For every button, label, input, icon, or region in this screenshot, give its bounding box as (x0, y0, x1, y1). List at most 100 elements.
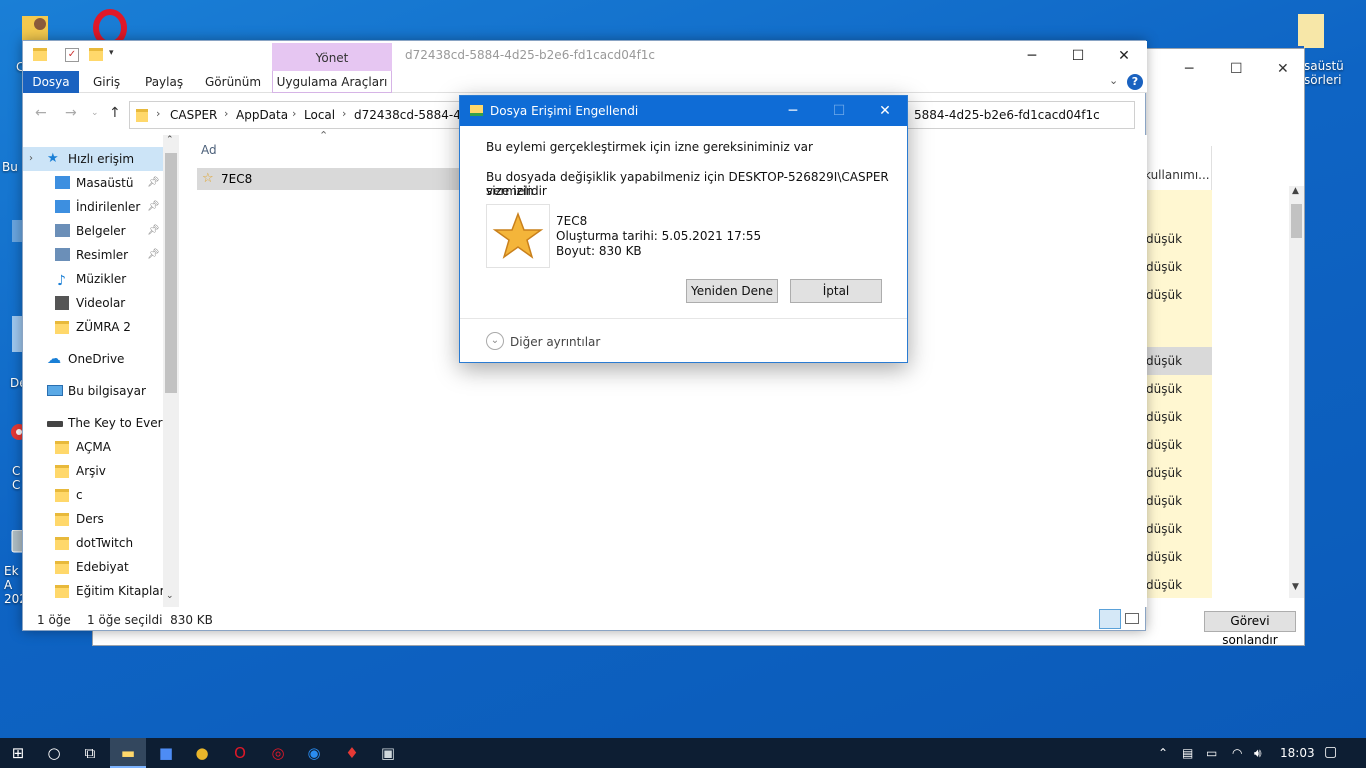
sidebar-item-folder[interactable]: Eğitim Kitapları (23, 579, 163, 603)
file-thumbnail (486, 204, 550, 268)
maximize-icon[interactable]: ☐ (1230, 61, 1243, 77)
chevron-right-icon[interactable]: › (224, 107, 228, 120)
chrome-icon[interactable]: ● (184, 738, 220, 768)
sidebar-item-pinned[interactable]: Resimler 📌︎ (23, 243, 163, 267)
sidebar-item-pinned[interactable]: Belgeler 📌︎ (23, 219, 163, 243)
permission-detail-line2: vermelidir (486, 184, 547, 198)
minimize-icon[interactable]: ─ (1009, 41, 1055, 71)
sidebar-item-onedrive[interactable]: ☁ OneDrive (23, 347, 163, 371)
breadcrumb-current-folder-tail[interactable]: 5884-4d25-b2e6-fd1cacd04f1c (914, 108, 1100, 122)
teamviewer-icon[interactable]: ◉ (296, 738, 332, 768)
more-details-link[interactable]: Diğer ayrıntılar (510, 335, 600, 349)
close-icon[interactable]: ✕ (1277, 61, 1289, 77)
sidebar-item-folder[interactable]: dotTwitch (23, 531, 163, 555)
back-icon[interactable]: ← (35, 105, 47, 121)
sidebar-item-folder[interactable]: AÇMA (23, 435, 163, 459)
column-header[interactable]: kullanımı... (1144, 168, 1210, 182)
pin-icon[interactable]: 📌︎ (147, 219, 160, 243)
chevron-down-icon[interactable]: ⌄ (486, 332, 504, 350)
sidebar-item-recent[interactable]: ♪ Müzikler (23, 267, 163, 291)
chevron-right-icon[interactable]: › (342, 107, 346, 120)
sidebar-item-quick-access[interactable]: › ★ Hızlı erişim (23, 147, 163, 171)
wifi-icon[interactable]: ◠ (1232, 746, 1242, 760)
sidebar-item-recent[interactable]: ZÜMRA 2 (23, 315, 163, 339)
tab-home[interactable]: Giriş (83, 71, 130, 93)
breadcrumb-appdata[interactable]: AppData (236, 108, 288, 122)
sidebar-item-recent[interactable]: Videolar (23, 291, 163, 315)
sidebar-item-folder[interactable]: Ders (23, 507, 163, 531)
breadcrumb-local[interactable]: Local (304, 108, 335, 122)
dialog-title-bar[interactable]: Dosya Erişimi Engellendi ─ ☐ ✕ (460, 96, 907, 126)
sidebar-item-folder[interactable]: Edebiyat (23, 555, 163, 579)
folder-shortcut-icon[interactable] (1292, 8, 1332, 52)
scroll-down-icon[interactable]: ▼ (1292, 582, 1299, 592)
chevron-right-icon[interactable]: › (156, 107, 160, 120)
maximize-icon[interactable]: ☐ (1055, 41, 1101, 71)
usage-cell: düşük (1146, 466, 1183, 480)
pin-icon[interactable]: 📌︎ (147, 171, 160, 195)
properties-icon[interactable]: ✓ (65, 48, 79, 62)
scroll-up-icon[interactable]: ▲ (1292, 186, 1299, 196)
documents-icon (55, 224, 70, 237)
minimize-icon[interactable]: ─ (1185, 61, 1193, 77)
battery-icon[interactable]: ▭ (1206, 746, 1217, 760)
new-folder-icon[interactable] (89, 48, 103, 61)
column-header-name[interactable]: Ad (201, 143, 217, 157)
breadcrumb-casper[interactable]: CASPER (170, 108, 217, 122)
tab-application-tools[interactable]: Uygulama Araçları (272, 71, 392, 93)
recent-locations-icon[interactable]: ⌄ (91, 108, 99, 118)
tab-file[interactable]: Dosya (23, 71, 79, 93)
chevron-right-icon[interactable]: › (292, 107, 296, 120)
app-icon[interactable]: ♦ (334, 738, 370, 768)
customize-qat-icon[interactable]: ▾ (109, 48, 123, 62)
scroll-down-icon[interactable]: ⌄ (166, 591, 174, 601)
notification-icon[interactable]: ▢ (1324, 744, 1337, 760)
close-icon[interactable]: ✕ (862, 96, 908, 126)
sidebar-item-drive[interactable]: The Key to Everyth (23, 411, 163, 435)
sidebar-item-folder[interactable]: Arşiv (23, 459, 163, 483)
retry-button[interactable]: Yeniden Dene (686, 279, 778, 303)
sidebar-item-folder[interactable]: c (23, 483, 163, 507)
task-view-icon[interactable]: ⧉ (72, 738, 108, 768)
search-icon[interactable]: ○ (36, 738, 72, 768)
start-icon[interactable]: ⊞ (0, 738, 36, 768)
details-view-icon[interactable] (1099, 609, 1121, 629)
pin-icon[interactable]: 📌︎ (147, 243, 160, 267)
large-icons-view-icon[interactable] (1125, 613, 1139, 624)
tab-view[interactable]: Görünüm (195, 71, 271, 93)
help-icon[interactable]: ? (1127, 74, 1143, 90)
window-title: d72438cd-5884-4d25-b2e6-fd1cacd04f1c (405, 48, 656, 62)
sidebar-item-this-pc[interactable]: Bu bilgisayar (23, 379, 163, 403)
usage-cell: düşük (1144, 347, 1212, 375)
scroll-up-icon[interactable]: ⌃ (166, 135, 174, 145)
file-explorer-icon[interactable]: ▬ (110, 738, 146, 768)
opera-icon[interactable]: O (222, 738, 258, 768)
ribbon-expand-icon[interactable]: ⌄ (1109, 74, 1118, 87)
manage-tab[interactable]: Yönet (272, 43, 392, 73)
tab-share[interactable]: Paylaş (135, 71, 193, 93)
scroll-thumb[interactable] (165, 153, 177, 393)
access-denied-dialog[interactable]: Dosya Erişimi Engellendi ─ ☐ ✕ Bu eylemi… (459, 95, 908, 363)
chevron-up-icon[interactable]: ⌃ (1158, 746, 1168, 760)
clock[interactable]: 18:03 (1280, 746, 1315, 760)
close-icon[interactable]: ✕ (1101, 41, 1147, 71)
notes-icon[interactable]: ▤ (1182, 746, 1193, 760)
up-icon[interactable]: ↑ (109, 105, 121, 121)
end-task-button[interactable]: Görevi sonlandır (1204, 611, 1296, 647)
title-bar[interactable]: ✓ ▾ Yönet d72438cd-5884-4d25-b2e6-fd1cac… (23, 41, 1147, 73)
sidebar-item-pinned[interactable]: Masaüstü 📌︎ (23, 171, 163, 195)
sidebar-item-label: Resimler (76, 248, 129, 262)
sidebar-item-pinned[interactable]: İndirilenler 📌︎ (23, 195, 163, 219)
zoom-icon[interactable]: ■ (148, 738, 184, 768)
desktop-icon-label: saüstü (1304, 59, 1344, 73)
file-row[interactable]: ☆ 7EC8 (197, 168, 467, 190)
pin-icon[interactable]: 📌︎ (147, 195, 160, 219)
cancel-button[interactable]: İptal (790, 279, 882, 303)
volume-icon[interactable]: 🔊︎ (1254, 746, 1262, 761)
network-app-icon[interactable]: ▣ (370, 738, 406, 768)
forward-icon[interactable]: → (65, 105, 77, 121)
opera-gx-icon[interactable]: ◎ (260, 738, 296, 768)
minimize-icon[interactable]: ─ (770, 96, 816, 126)
scroll-thumb[interactable] (1291, 204, 1302, 238)
scrollbar[interactable]: ▲ ▼ (1289, 186, 1304, 598)
